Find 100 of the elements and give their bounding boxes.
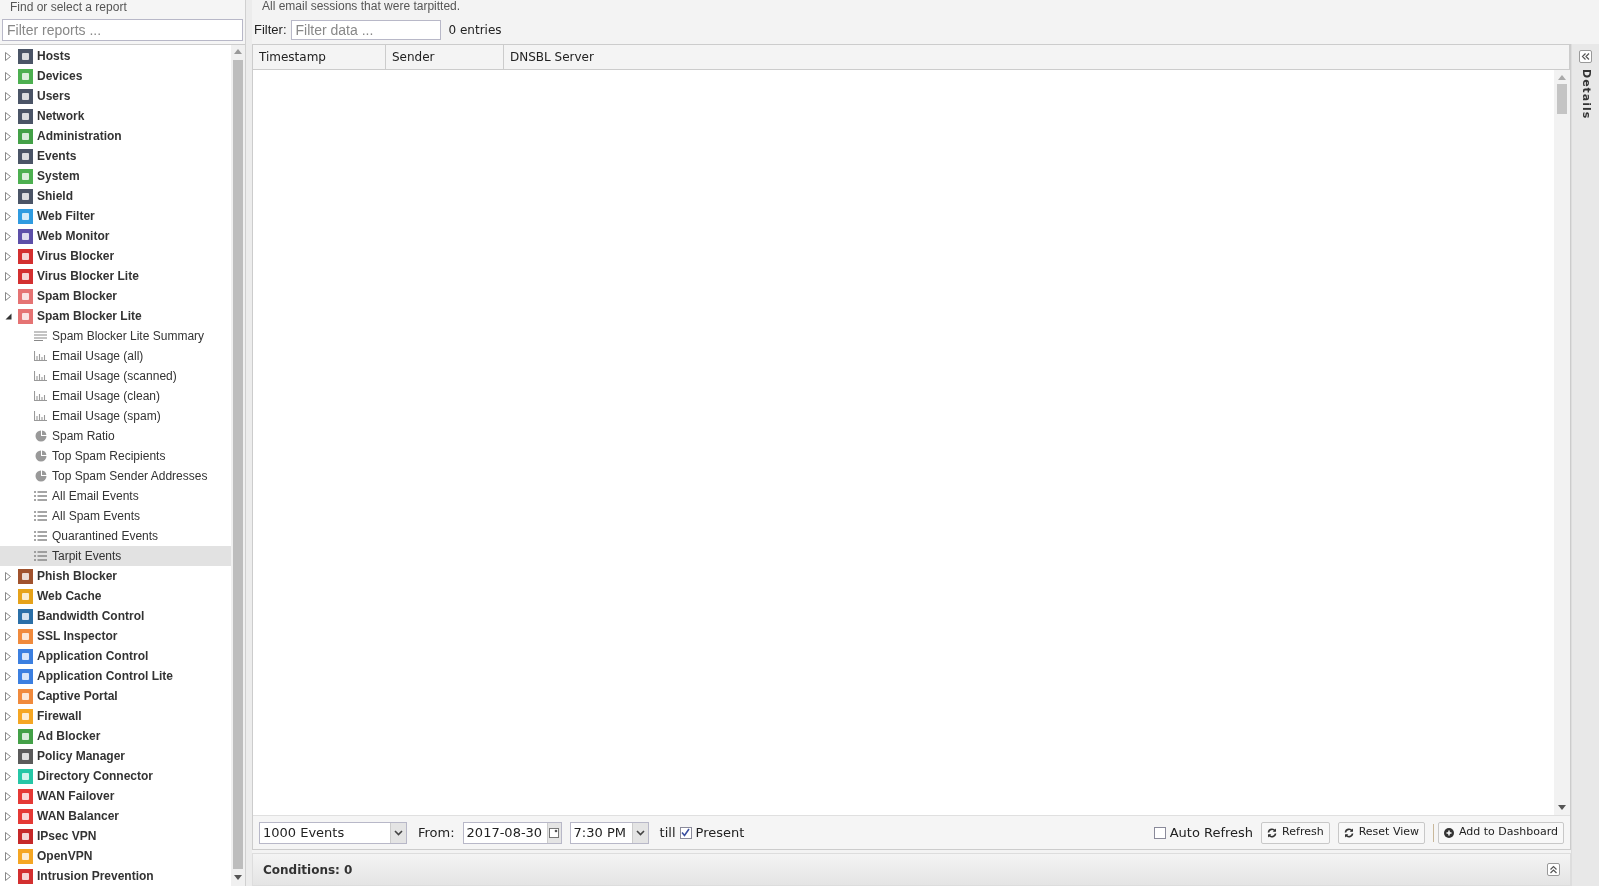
time-dropdown[interactable]: 7:30 PM xyxy=(569,821,649,844)
tree-item[interactable]: Intrusion Prevention xyxy=(37,867,154,885)
expand-arrow-icon[interactable] xyxy=(5,591,12,601)
report-item[interactable]: Spam Ratio xyxy=(0,426,231,446)
tree-item[interactable]: Policy Manager xyxy=(37,747,126,765)
report-item[interactable]: Quarantined Events xyxy=(0,526,231,546)
report-item[interactable]: All Spam Events xyxy=(0,506,231,526)
expand-arrow-icon[interactable] xyxy=(5,871,12,881)
tree-item[interactable]: Captive Portal xyxy=(37,687,118,705)
report-item[interactable]: Top Spam Recipients xyxy=(0,446,231,466)
expand-arrow-icon[interactable] xyxy=(5,731,12,741)
report-item[interactable]: Email Usage (spam) xyxy=(0,406,231,426)
tree-item[interactable]: Application Control Lite xyxy=(37,667,173,685)
report-item[interactable]: Spam Blocker Lite Summary xyxy=(0,326,231,346)
tree-item[interactable]: SSL Inspector xyxy=(37,627,118,645)
auto-refresh-label: Auto Refresh xyxy=(1169,823,1254,842)
conditions-bar[interactable]: Conditions: 0 xyxy=(252,853,1571,886)
tree-item[interactable]: Events xyxy=(37,147,77,165)
pie-chart-icon xyxy=(34,430,47,442)
tree-item[interactable]: Phish Blocker xyxy=(37,567,118,585)
expand-arrow-icon[interactable] xyxy=(5,771,12,781)
tree-item[interactable]: Spam Blocker xyxy=(37,287,118,305)
tree-item[interactable]: Virus Blocker xyxy=(37,247,115,265)
tree-item[interactable]: Web Cache xyxy=(37,587,102,605)
scrollbar[interactable] xyxy=(231,45,245,886)
refresh-icon xyxy=(1343,827,1354,838)
expand-arrow-icon[interactable] xyxy=(5,251,12,261)
report-item[interactable]: Top Spam Sender Addresses xyxy=(0,466,231,486)
tree-item[interactable]: Web Filter xyxy=(37,207,95,225)
limit-dropdown[interactable]: 1000 Events xyxy=(259,821,407,844)
expand-arrow-icon[interactable] xyxy=(5,271,12,281)
expand-arrow-icon[interactable] xyxy=(5,651,12,661)
collapse-arrow-icon[interactable] xyxy=(5,311,12,321)
expand-arrow-icon[interactable] xyxy=(5,851,12,861)
expand-arrow-icon[interactable] xyxy=(5,111,12,121)
tree-item[interactable]: Virus Blocker Lite xyxy=(37,267,139,285)
report-filter-field[interactable]: Filter reports ... xyxy=(2,19,243,41)
column-header[interactable]: Timestamp xyxy=(253,45,386,69)
tree-item[interactable]: System xyxy=(37,167,80,185)
report-item[interactable]: Tarpit Events xyxy=(0,546,231,566)
report-item[interactable]: Email Usage (all) xyxy=(0,346,231,366)
expand-arrow-icon[interactable] xyxy=(5,811,12,821)
expand-arrow-icon[interactable] xyxy=(5,631,12,641)
reset-view-button[interactable]: Reset View xyxy=(1337,821,1425,844)
expand-icon[interactable] xyxy=(1547,863,1560,876)
report-item[interactable]: Email Usage (clean) xyxy=(0,386,231,406)
caret-icon xyxy=(390,822,406,843)
expand-arrow-icon[interactable] xyxy=(5,51,12,61)
expand-arrow-icon[interactable] xyxy=(5,191,12,201)
details-panel[interactable]: Details xyxy=(1571,44,1599,886)
expand-arrow-icon[interactable] xyxy=(5,231,12,241)
tree-item[interactable]: Administration xyxy=(37,127,122,145)
expand-arrow-icon[interactable] xyxy=(5,751,12,761)
tree-item[interactable]: Devices xyxy=(37,67,83,85)
expand-arrow-icon[interactable] xyxy=(5,211,12,221)
tree-item[interactable]: Hosts xyxy=(37,47,71,65)
expand-arrow-icon[interactable] xyxy=(5,711,12,721)
data-filter-field[interactable]: Filter data ... xyxy=(290,20,441,40)
column-header[interactable]: Sender xyxy=(386,45,504,69)
expand-arrow-icon[interactable] xyxy=(5,291,12,301)
expand-arrow-icon[interactable] xyxy=(5,791,12,801)
tree-item[interactable]: IPsec VPN xyxy=(37,827,97,845)
report-item[interactable]: All Email Events xyxy=(0,486,231,506)
report-description: All email sessions that were tarpitted. xyxy=(261,0,462,15)
collapse-icon[interactable] xyxy=(1579,50,1592,63)
expand-arrow-icon[interactable] xyxy=(5,691,12,701)
expand-arrow-icon[interactable] xyxy=(5,611,12,621)
column-header[interactable]: DNSBL Server xyxy=(504,45,1570,69)
scroll-down-icon[interactable] xyxy=(1558,805,1566,810)
tree-item[interactable]: Users xyxy=(37,87,71,105)
tree-item[interactable]: Web Monitor xyxy=(37,227,110,245)
expand-arrow-icon[interactable] xyxy=(5,571,12,581)
tree-item[interactable]: Network xyxy=(37,107,85,125)
expand-arrow-icon[interactable] xyxy=(5,131,12,141)
report-item[interactable]: Email Usage (scanned) xyxy=(0,366,231,386)
tree-item[interactable]: Firewall xyxy=(37,707,82,725)
date-field[interactable]: 2017-08-30 xyxy=(462,821,562,844)
tree-item[interactable]: WAN Balancer xyxy=(37,807,120,825)
expand-arrow-icon[interactable] xyxy=(5,151,12,161)
tree-item[interactable]: Ad Blocker xyxy=(37,727,101,745)
tree-item[interactable]: Spam Blocker Lite xyxy=(37,307,142,325)
expand-arrow-icon[interactable] xyxy=(5,831,12,841)
tree-item[interactable]: WAN Failover xyxy=(37,787,115,805)
tree-item[interactable]: Application Control xyxy=(37,647,149,665)
expand-arrow-icon[interactable] xyxy=(5,71,12,81)
expand-arrow-icon[interactable] xyxy=(5,91,12,101)
scroll-thumb[interactable] xyxy=(1557,84,1567,114)
tree-item[interactable]: Shield xyxy=(37,187,73,205)
sidebar-title: Find or select a report xyxy=(9,0,128,16)
expand-arrow-icon[interactable] xyxy=(5,671,12,681)
tree-item[interactable]: Bandwidth Control xyxy=(37,607,145,625)
tree-item[interactable]: Directory Connector xyxy=(37,767,154,785)
refresh-button[interactable]: Refresh xyxy=(1261,821,1330,844)
tree-item[interactable]: OpenVPN xyxy=(37,847,93,865)
present-checkbox[interactable] xyxy=(679,826,692,839)
expand-arrow-icon[interactable] xyxy=(5,171,12,181)
auto-refresh-checkbox[interactable] xyxy=(1153,826,1166,839)
add-to-dashboard-button[interactable]: Add to Dashboard xyxy=(1438,821,1564,844)
scrollbar[interactable] xyxy=(1554,70,1570,815)
scroll-thumb[interactable] xyxy=(233,60,243,869)
